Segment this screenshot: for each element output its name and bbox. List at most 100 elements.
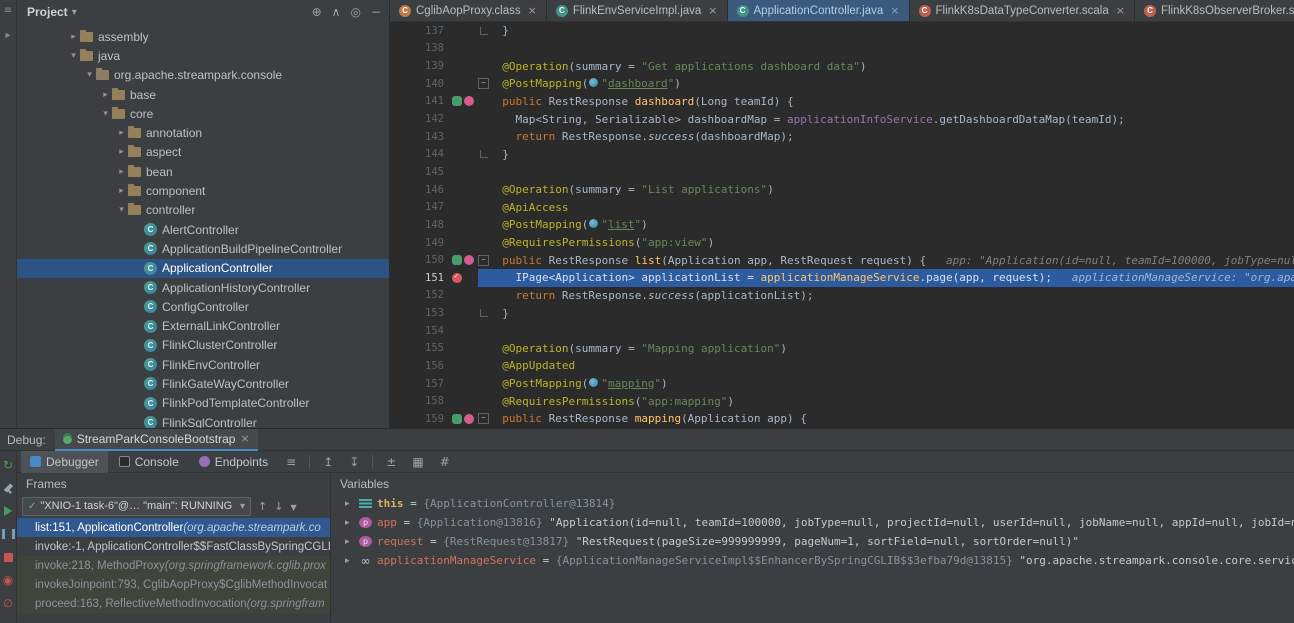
close-icon[interactable] xyxy=(890,4,899,17)
stack-frame[interactable]: invoke:-1, ApplicationController$$FastCl… xyxy=(17,537,330,556)
tree-item[interactable]: C FlinkEnvController xyxy=(17,355,389,374)
fold-marker[interactable] xyxy=(478,255,489,266)
tab-console[interactable]: Console xyxy=(110,451,188,473)
line-number[interactable]: 156 xyxy=(390,360,452,372)
editor[interactable]: 137 } 138 139 @Operation(summary = "Get … xyxy=(390,22,1294,428)
editor-tab[interactable]: C FlinkK8sObserverBroker.scala xyxy=(1135,0,1294,21)
breakpoint-icon[interactable] xyxy=(452,273,462,283)
line-number[interactable]: 155 xyxy=(390,342,452,354)
code-line[interactable]: 145 xyxy=(390,163,1294,181)
line-number[interactable]: 148 xyxy=(390,219,452,231)
line-number[interactable]: 158 xyxy=(390,395,452,407)
project-tool-title[interactable]: Project xyxy=(27,5,68,19)
code-line[interactable]: 148 @PostMapping("list") xyxy=(390,216,1294,234)
hide-panel-icon[interactable]: − xyxy=(371,5,381,19)
stack-frame[interactable]: invoke:218, MethodProxy (org.springframe… xyxy=(17,556,330,575)
tree-item[interactable]: C FlinkSqlController xyxy=(17,413,389,428)
code-line[interactable]: 149 @RequiresPermissions("app:view") xyxy=(390,234,1294,252)
chevron-icon[interactable]: ▸ xyxy=(99,90,112,100)
chevron-icon[interactable]: ▾ xyxy=(115,205,128,215)
code-line[interactable]: 140 @PostMapping("dashboard") xyxy=(390,75,1294,93)
tree-item[interactable]: C ApplicationBuildPipelineController xyxy=(17,239,389,258)
debug-session-tab[interactable]: StreamParkConsoleBootstrap xyxy=(55,429,258,451)
expand-arrow-icon[interactable] xyxy=(345,537,354,547)
restore-layout-icon[interactable]: ▦ xyxy=(412,455,423,469)
chevron-down-icon[interactable] xyxy=(72,7,77,18)
tree-item[interactable]: ▾ org.apache.streampark.console xyxy=(17,66,389,85)
code-line[interactable]: 158 @RequiresPermissions("app:mapping") xyxy=(390,392,1294,410)
line-number[interactable]: 159 xyxy=(390,413,452,425)
collapse-all-icon[interactable]: ∧ xyxy=(332,5,341,19)
line-number[interactable]: 145 xyxy=(390,166,452,178)
tree-item[interactable]: C FlinkGateWayController xyxy=(17,374,389,393)
code-line[interactable]: 153 } xyxy=(390,304,1294,322)
endpoint-a-icon[interactable] xyxy=(452,255,462,265)
code-line[interactable]: 159 public RestResponse mapping(Applicat… xyxy=(390,410,1294,428)
endpoint-b-icon[interactable] xyxy=(464,255,474,265)
build-icon[interactable] xyxy=(2,482,15,494)
tree-item[interactable]: ▸ base xyxy=(17,85,389,104)
code-line[interactable]: 156 @AppUpdated xyxy=(390,357,1294,375)
step-into-line-icon[interactable]: ↧ xyxy=(349,455,359,469)
chevron-icon[interactable]: ▾ xyxy=(83,70,96,80)
code-line[interactable]: 150 public RestResponse list(Application… xyxy=(390,251,1294,269)
line-number[interactable]: 146 xyxy=(390,184,452,196)
close-icon[interactable] xyxy=(240,432,249,445)
close-icon[interactable] xyxy=(528,4,537,17)
line-number[interactable]: 157 xyxy=(390,378,452,390)
line-number[interactable]: 140 xyxy=(390,78,452,90)
variable-row[interactable]: request = {RestRequest@13817} "RestReque… xyxy=(331,532,1294,551)
line-number[interactable]: 152 xyxy=(390,289,452,301)
tab-debugger[interactable]: Debugger xyxy=(21,451,108,473)
tree-item[interactable]: ▸ assembly xyxy=(17,27,389,46)
endpoint-a-icon[interactable] xyxy=(452,414,462,424)
expand-collapse-icon[interactable]: ± xyxy=(386,455,396,469)
line-number[interactable]: 139 xyxy=(390,60,452,72)
thread-selector[interactable]: "XNIO-1 task-6"@… "main": RUNNING xyxy=(22,497,251,516)
stack-frame[interactable]: list:151, ApplicationController (org.apa… xyxy=(17,518,330,537)
fold-marker[interactable] xyxy=(478,150,489,158)
view-options-icon[interactable]: # xyxy=(440,455,450,469)
line-number[interactable]: 144 xyxy=(390,148,452,160)
tab-endpoints[interactable]: Endpoints xyxy=(190,451,277,473)
stack-frame[interactable]: proceed:163, ReflectiveMethodInvocation … xyxy=(17,594,330,613)
previous-frame-icon[interactable] xyxy=(258,500,267,513)
tree-item[interactable]: ▸ component xyxy=(17,181,389,200)
line-number[interactable]: 149 xyxy=(390,237,452,249)
tree-item[interactable]: C ConfigController xyxy=(17,297,389,316)
code-line[interactable]: 147 @ApiAccess xyxy=(390,198,1294,216)
resume-icon[interactable] xyxy=(2,505,15,517)
fold-marker[interactable] xyxy=(478,413,489,424)
editor-tab[interactable]: C CglibAopProxy.class xyxy=(390,0,547,21)
code-line[interactable]: 139 @Operation(summary = "Get applicatio… xyxy=(390,57,1294,75)
expand-arrow-icon[interactable] xyxy=(345,556,354,566)
line-number[interactable]: 142 xyxy=(390,113,452,125)
fold-marker[interactable] xyxy=(478,309,489,317)
chevron-icon[interactable]: ▸ xyxy=(115,186,128,196)
code-line[interactable]: 146 @Operation(summary = "List applicati… xyxy=(390,181,1294,199)
line-number[interactable]: 137 xyxy=(390,25,452,37)
layout-settings-icon[interactable]: ≡ xyxy=(286,455,296,469)
tree-item[interactable]: ▸ bean xyxy=(17,162,389,181)
code-line[interactable]: 141 public RestResponse dashboard(Long t… xyxy=(390,93,1294,111)
tree-item[interactable]: C ApplicationController xyxy=(17,259,389,278)
code-line[interactable]: 151 IPage<Application> applicationList =… xyxy=(390,269,1294,287)
tree-item[interactable]: ▾ controller xyxy=(17,201,389,220)
editor-tab[interactable]: C FlinkK8sDataTypeConverter.scala xyxy=(910,0,1135,21)
project-stripe-icon[interactable]: ≡ xyxy=(4,5,12,16)
variable-row[interactable]: this = {ApplicationController@13814} xyxy=(331,494,1294,513)
line-number[interactable]: 143 xyxy=(390,131,452,143)
next-frame-icon[interactable] xyxy=(274,500,283,513)
line-number[interactable]: 154 xyxy=(390,325,452,337)
code-line[interactable]: 152 return RestResponse.success(applicat… xyxy=(390,287,1294,305)
pause-icon[interactable] xyxy=(2,528,15,540)
line-number[interactable]: 147 xyxy=(390,201,452,213)
view-breakpoints-icon[interactable]: ◉ xyxy=(2,574,15,586)
line-number[interactable]: 150 xyxy=(390,254,452,266)
code-line[interactable]: 142 Map<String, Serializable> dashboardM… xyxy=(390,110,1294,128)
chevron-icon[interactable]: ▸ xyxy=(115,167,128,177)
mute-breakpoints-icon[interactable]: ∅ xyxy=(2,597,15,609)
tree-item[interactable]: ▸ aspect xyxy=(17,143,389,162)
tree-item[interactable]: C ApplicationHistoryController xyxy=(17,278,389,297)
filter-frames-icon[interactable] xyxy=(290,500,296,513)
